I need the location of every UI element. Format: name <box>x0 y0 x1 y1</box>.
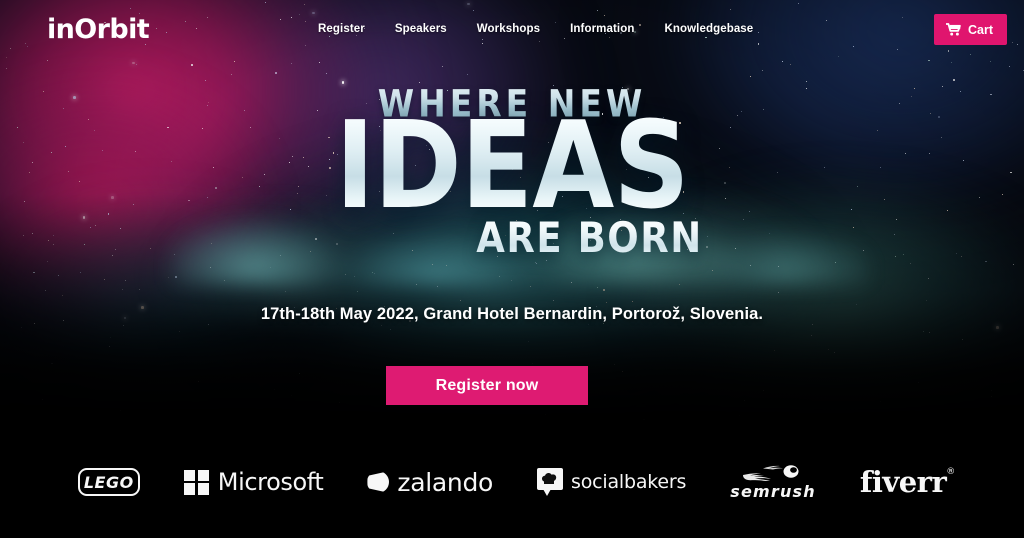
socialbakers-wordmark: socialbakers <box>571 471 687 493</box>
partner-logo-zalando[interactable]: zalando <box>367 468 493 497</box>
register-now-button[interactable]: Register now <box>386 366 588 405</box>
main-navigation: Register Speakers Workshops Information … <box>318 23 753 35</box>
nav-item-speakers[interactable]: Speakers <box>395 23 447 35</box>
partner-logo-socialbakers[interactable]: socialbakers <box>537 468 686 496</box>
hero-content: WHERE NEW IDEAS ARE BORN 17th-18th May 2… <box>0 0 1024 424</box>
chef-hat-icon <box>542 473 557 484</box>
landing-page: WHERE NEW IDEAS ARE BORN 17th-18th May 2… <box>0 0 1024 538</box>
nav-item-register[interactable]: Register <box>318 23 365 35</box>
socialbakers-bubble-icon <box>537 468 564 496</box>
nav-item-workshops[interactable]: Workshops <box>477 23 540 35</box>
partner-logos-bar: LEGO Microsoft zalando socialbakers semr… <box>0 424 1024 538</box>
cart-button-label: Cart <box>967 22 993 37</box>
semrush-wordmark: semrush <box>730 481 816 501</box>
microsoft-wordmark: Microsoft <box>217 468 324 496</box>
partner-logo-fiverr[interactable]: fiverr ® <box>859 465 955 499</box>
partner-logo-semrush[interactable]: semrush <box>730 464 816 501</box>
microsoft-squares-icon <box>183 469 209 495</box>
partner-logo-lego[interactable]: LEGO <box>77 468 140 496</box>
zalando-wordmark: zalando <box>397 467 494 497</box>
nav-item-information[interactable]: Information <box>570 23 634 35</box>
shopping-cart-icon <box>945 23 961 36</box>
nav-item-knowledgebase[interactable]: Knowledgebase <box>664 23 753 35</box>
fiverr-registered-icon: ® <box>946 467 956 477</box>
cart-button[interactable]: Cart <box>933 14 1007 45</box>
semrush-comet-icon <box>743 464 799 481</box>
partner-logo-microsoft[interactable]: Microsoft <box>183 468 324 496</box>
zalando-swoosh-icon <box>367 471 390 493</box>
hero-headline-line3: ARE BORN <box>0 213 1024 262</box>
site-header: inOrbit Register Speakers Workshops Info… <box>0 0 1024 60</box>
site-logo[interactable]: inOrbit <box>47 16 150 43</box>
lego-wordmark: LEGO <box>77 468 140 496</box>
fiverr-wordmark: fiverr <box>859 465 947 499</box>
event-details-text: 17th-18th May 2022, Grand Hotel Bernardi… <box>260 305 764 323</box>
